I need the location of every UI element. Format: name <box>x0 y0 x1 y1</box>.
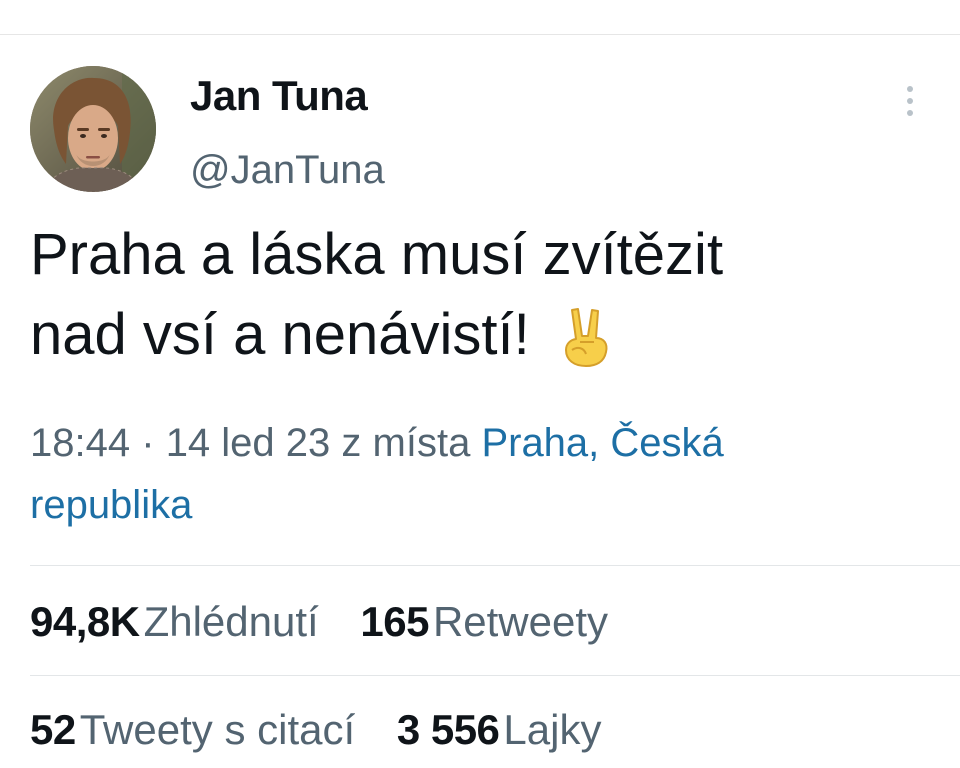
user-handle[interactable]: @JanTuna <box>190 145 385 195</box>
retweets-stat[interactable]: 165Retweety <box>360 596 608 648</box>
tweet-text-line-1: Praha a láska musí zvítězit <box>30 222 724 287</box>
retweets-label[interactable]: Retweety <box>433 598 608 645</box>
quotes-count[interactable]: 52 <box>30 706 76 753</box>
views-count: 94,8K <box>30 598 140 645</box>
location-prefix: z místa <box>341 421 471 465</box>
meta-separator: · <box>141 421 155 465</box>
tweet-time[interactable]: 18:44 <box>30 421 130 465</box>
stats-divider-top <box>30 565 960 566</box>
views-stat: 94,8KZhlédnutí <box>30 596 319 648</box>
stats-divider-middle <box>30 675 960 676</box>
avatar-image <box>30 66 156 192</box>
top-divider <box>0 34 960 35</box>
more-options-icon[interactable] <box>896 86 924 126</box>
tweet-text-line-2-text: nad vsí a nenávistí! <box>30 302 530 367</box>
likes-count[interactable]: 3 556 <box>397 706 500 753</box>
tweet-metadata: 18:44 · 14 led 23 z místa Praha, Česká re… <box>30 412 940 536</box>
location-link-part-1[interactable]: Praha, Česká <box>481 421 723 465</box>
tweet-date[interactable]: 14 led 23 <box>166 421 331 465</box>
stats-row-1: 94,8KZhlédnutí 165Retweety <box>30 596 638 648</box>
tweet-detail: Jan Tuna @JanTuna Praha a láska musí zví… <box>0 0 960 768</box>
likes-label[interactable]: Lajky <box>503 706 601 753</box>
quotes-stat[interactable]: 52Tweety s citací <box>30 704 355 756</box>
quotes-label[interactable]: Tweety s citací <box>80 706 355 753</box>
avatar[interactable] <box>30 66 156 192</box>
stats-row-2: 52Tweety s citací 3 556Lajky <box>30 704 631 756</box>
victory-hand-emoji-icon <box>558 306 614 389</box>
tweet-text: Praha a láska musí zvítězit nad vsí a ne… <box>30 215 940 389</box>
display-name[interactable]: Jan Tuna <box>190 70 368 122</box>
tweet-text-line-2: nad vsí a nenávistí! <box>30 295 940 389</box>
retweets-count[interactable]: 165 <box>360 598 429 645</box>
likes-stat[interactable]: 3 556Lajky <box>397 704 602 756</box>
location-link-part-2[interactable]: republika <box>30 483 192 527</box>
views-label: Zhlédnutí <box>143 598 319 645</box>
